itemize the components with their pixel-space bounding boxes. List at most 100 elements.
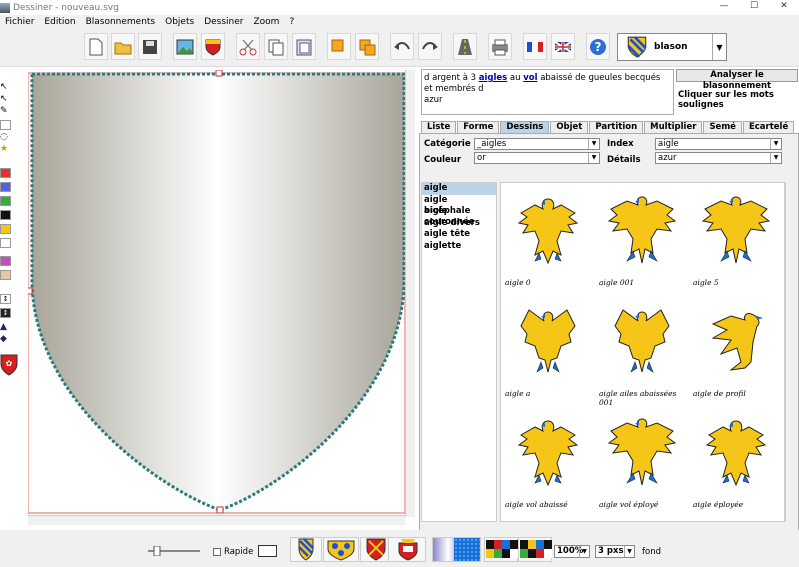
maximize-button[interactable]: ☐	[739, 0, 769, 15]
stroke-width-value: 3 pxs	[598, 546, 624, 556]
tab-objet[interactable]: Objet	[550, 121, 589, 133]
color-blue-swatch[interactable]	[0, 182, 11, 192]
paste-button[interactable]	[292, 33, 316, 60]
canvas-vertical-scrollbar[interactable]	[405, 70, 415, 517]
send-back-button[interactable]	[355, 33, 379, 60]
blason-selector[interactable]: blason ▼	[617, 33, 727, 61]
pen-icon[interactable]: ✎	[0, 106, 11, 116]
list-item[interactable]: aigle bicéphale	[422, 195, 496, 216]
tab-dessins[interactable]: Dessins	[500, 121, 550, 133]
color-preview[interactable]	[258, 545, 277, 557]
color-flesh-swatch[interactable]	[0, 270, 11, 280]
palette-button-2[interactable]	[518, 537, 552, 562]
speed-slider[interactable]	[146, 546, 202, 556]
rectangle-tool-icon[interactable]	[0, 120, 11, 130]
gallery-scrollbar[interactable]	[785, 182, 795, 522]
menu-bar: Fichier Edition Blasonnements Objets Des…	[0, 15, 799, 29]
star-tool-icon[interactable]: ★	[0, 144, 11, 154]
gallery-item[interactable]: aigle ailes abaissées 001	[597, 298, 687, 410]
print-button[interactable]	[488, 33, 512, 60]
analyse-button[interactable]: Analyser le blasonnement	[676, 69, 798, 91]
move-down-icon[interactable]: ↕	[0, 308, 11, 318]
zoom-select[interactable]: 100% ▼	[554, 545, 590, 558]
list-item[interactable]: aigle divers	[422, 218, 496, 230]
tab-forme[interactable]: Forme	[457, 121, 500, 133]
copy-button[interactable]	[264, 33, 288, 60]
road-button[interactable]	[453, 33, 477, 60]
color-purple-swatch[interactable]	[0, 256, 11, 266]
drawing-canvas[interactable]	[26, 69, 416, 517]
menu-dessiner[interactable]: Dessiner	[199, 17, 248, 27]
categorie-select[interactable]: _aigles ▼	[474, 138, 600, 150]
menu-objets[interactable]: Objets	[160, 17, 199, 27]
gallery-item[interactable]: aigle 0	[503, 187, 593, 299]
menu-help[interactable]: ?	[284, 17, 299, 27]
blazon-text[interactable]: d argent à 3 aigles au vol abaissé de gu…	[421, 69, 674, 115]
texture-fill-button[interactable]	[453, 537, 481, 562]
gallery-item[interactable]: aigle 5	[691, 187, 781, 299]
french-language-button[interactable]	[523, 33, 547, 60]
tab-partition[interactable]: Partition	[589, 121, 644, 133]
minimize-button[interactable]: —	[709, 0, 739, 15]
gallery-caption: aigle vol abaissé	[505, 500, 568, 509]
bring-front-button[interactable]	[327, 33, 351, 60]
english-language-button[interactable]	[551, 33, 575, 60]
gallery-item[interactable]: aigle vol éployé	[597, 409, 687, 521]
menu-zoom[interactable]: Zoom	[248, 17, 284, 27]
arrow-select-icon[interactable]: ↖	[0, 82, 11, 92]
ornament-icon[interactable]: ✿	[0, 354, 18, 376]
tab-multiplier[interactable]: Multiplier	[644, 121, 703, 133]
list-item[interactable]: aigle	[422, 183, 496, 195]
list-item[interactable]: aiglette	[422, 241, 496, 253]
chevron-down-icon[interactable]: ▼	[712, 34, 726, 60]
pointer-icon[interactable]: ↖	[0, 94, 11, 104]
index-select[interactable]: aigle ▼	[655, 138, 782, 150]
close-button[interactable]: ✕	[769, 0, 799, 15]
new-button[interactable]	[84, 33, 108, 60]
gallery-item[interactable]: aigle a	[503, 298, 593, 410]
tab-seme[interactable]: Semé	[703, 121, 742, 133]
triangle-icon[interactable]: ▲	[0, 322, 11, 332]
blazon-link-aigles[interactable]: aigles	[479, 73, 507, 83]
tab-liste[interactable]: Liste	[421, 121, 457, 133]
gallery-item[interactable]: aigle vol abaissé	[503, 409, 593, 521]
shield-preset-1[interactable]	[290, 537, 322, 562]
gallery-item[interactable]: aigle 001	[597, 187, 687, 299]
gallery-item[interactable]: aigle de profil	[691, 298, 781, 410]
color-white-swatch[interactable]	[0, 238, 11, 248]
save-button[interactable]	[138, 33, 162, 60]
left-handle[interactable]	[26, 287, 33, 295]
shield-preset-4[interactable]	[388, 537, 426, 562]
help-button[interactable]: ?	[586, 33, 610, 60]
diamond-icon[interactable]: ◆	[0, 334, 11, 344]
canvas-horizontal-scrollbar[interactable]	[28, 515, 405, 525]
shield-button[interactable]	[201, 33, 225, 60]
move-up-icon[interactable]: ↕	[0, 294, 11, 304]
cut-button[interactable]	[236, 33, 260, 60]
details-select[interactable]: azur ▼	[655, 152, 782, 164]
shape-tool-icon[interactable]: ◌	[0, 132, 11, 142]
palette-button-1[interactable]	[484, 537, 518, 562]
color-green-swatch[interactable]	[0, 196, 11, 206]
couleur-select[interactable]: or ▼	[474, 152, 600, 164]
color-black-swatch[interactable]	[0, 210, 11, 220]
tab-ecartele[interactable]: Ecartelé	[742, 121, 795, 133]
stroke-width-select[interactable]: 3 pxs ▼	[595, 545, 635, 558]
color-gold-swatch[interactable]	[0, 224, 11, 234]
bottom-handle[interactable]	[216, 506, 224, 514]
blazon-link-vol[interactable]: vol	[523, 73, 537, 83]
menu-blasonnements[interactable]: Blasonnements	[81, 17, 161, 27]
top-handle[interactable]	[215, 69, 223, 77]
gallery-item[interactable]: aigle éployée	[691, 409, 781, 521]
blank-shield[interactable]	[30, 72, 406, 512]
redo-button[interactable]	[418, 33, 442, 60]
rapide-checkbox[interactable]	[213, 548, 221, 556]
open-button[interactable]	[111, 33, 135, 60]
undo-button[interactable]	[390, 33, 414, 60]
image-button[interactable]	[173, 33, 197, 60]
color-red-swatch[interactable]	[0, 168, 11, 178]
menu-edition[interactable]: Edition	[39, 17, 80, 27]
shield-preset-2[interactable]	[323, 537, 359, 562]
list-item[interactable]: aigle tête	[422, 229, 496, 241]
menu-fichier[interactable]: Fichier	[0, 17, 39, 27]
